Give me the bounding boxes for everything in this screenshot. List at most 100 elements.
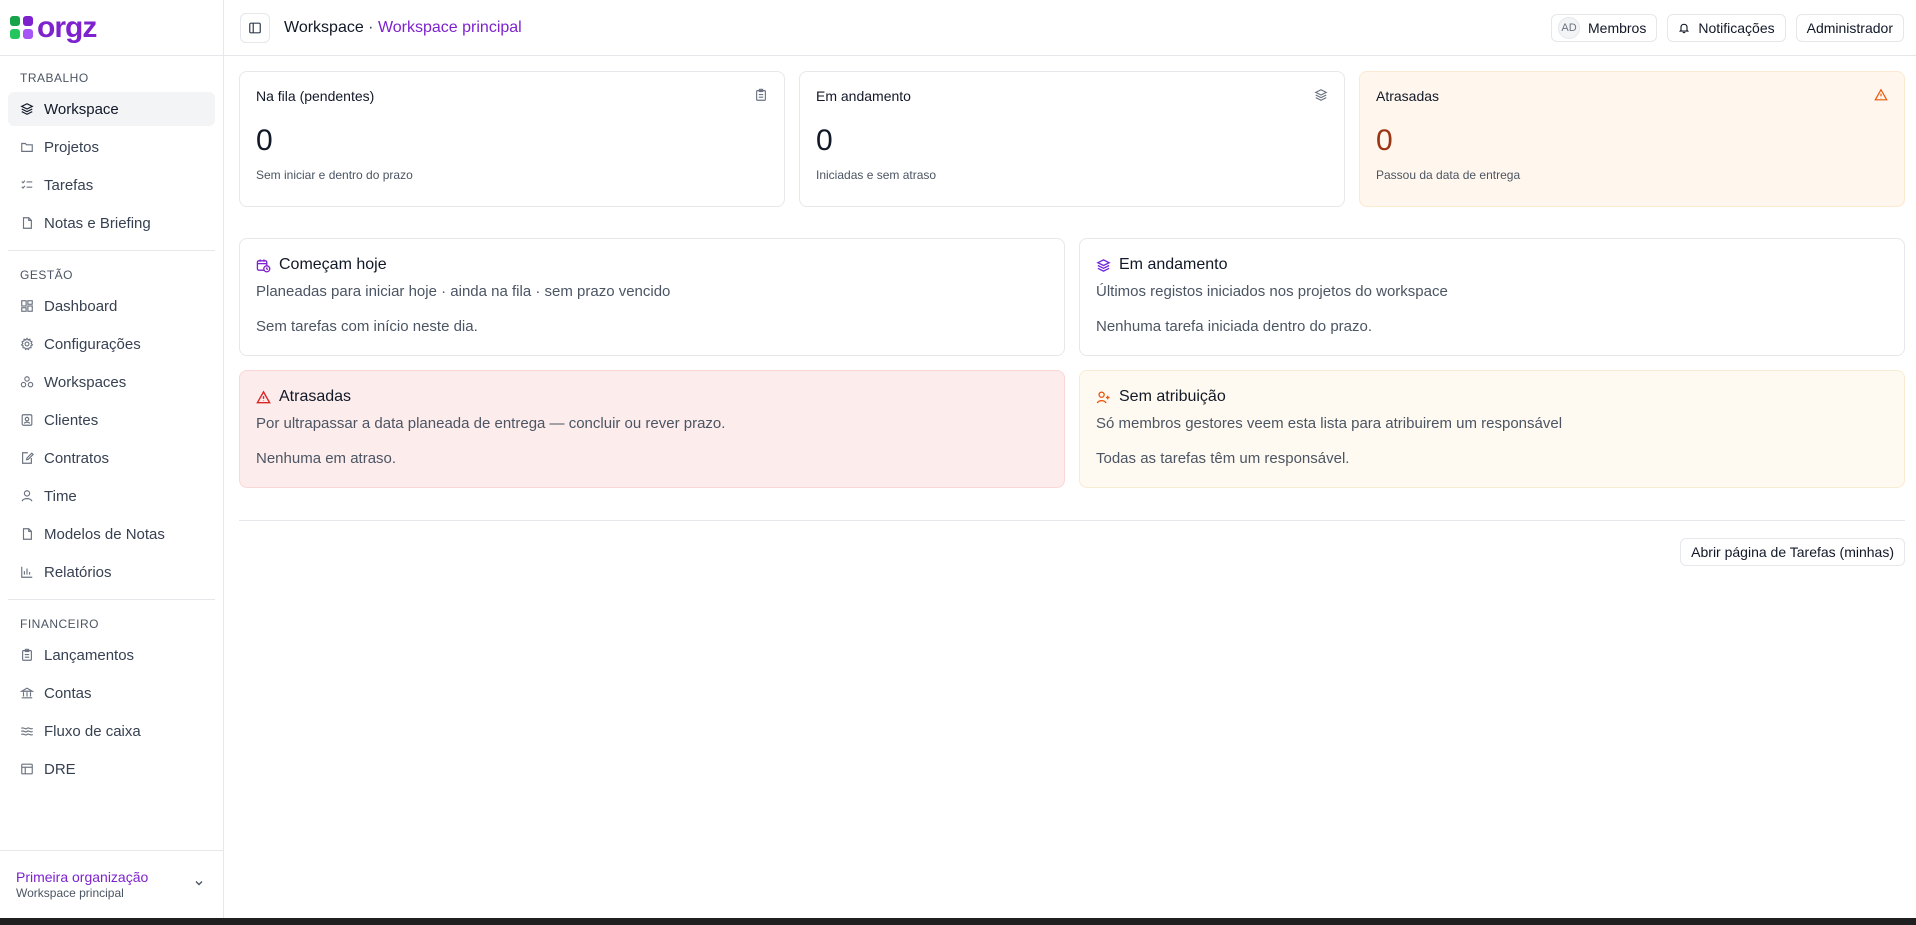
sidebar-item-label: Workspaces: [44, 373, 127, 391]
sidebar-item-tarefas[interactable]: Tarefas: [8, 168, 215, 202]
sidebar-item-label: Modelos de Notas: [44, 525, 165, 543]
panel-title: Sem atribuição: [1119, 388, 1226, 405]
stat-value: 0: [1376, 124, 1393, 157]
sidebar-item-label: Workspace: [44, 100, 119, 118]
sidebar-item-label: Contas: [44, 684, 92, 702]
notifications-button[interactable]: Notificações: [1667, 13, 1786, 42]
sidebar-item-relatorios[interactable]: Relatórios: [8, 555, 215, 589]
sidebar-item-label: Notas e Briefing: [44, 214, 151, 232]
app-root: orgz TRABALHO Workspace Projetos Tarefas…: [0, 0, 1916, 925]
sidebar-item-configuracoes[interactable]: Configurações: [8, 327, 215, 361]
stat-title: Em andamento: [816, 88, 911, 104]
waves-icon: [20, 724, 34, 738]
sidebar-item-modelos-notas[interactable]: Modelos de Notas: [8, 517, 215, 551]
warning-icon: [256, 389, 271, 405]
avatar: AD: [1558, 16, 1580, 39]
stat-subtitle: Iniciadas e sem atraso: [816, 168, 937, 182]
sidebar-item-label: Contratos: [44, 449, 110, 467]
sidebar-item-label: Relatórios: [44, 563, 112, 581]
grid-icon: [20, 299, 34, 313]
open-tasks-button[interactable]: Abrir página de Tarefas (minhas): [1680, 538, 1905, 566]
stat-card-atrasadas: Atrasadas 0 Passou da data de entrega: [1359, 71, 1905, 207]
breadcrumb: Workspace · Workspace principal: [284, 19, 522, 37]
sidebar-item-label: Dashboard: [44, 297, 118, 315]
sidebar-item-label: Fluxo de caixa: [44, 722, 141, 740]
layers-icon: [1314, 89, 1328, 101]
section-label-gestao: GESTÃO: [20, 268, 74, 282]
main-content: Na fila (pendentes) 0 Sem iniciar e dent…: [239, 71, 1905, 566]
workspaces-icon: [20, 375, 34, 389]
admin-button[interactable]: Administrador: [1795, 13, 1904, 42]
panel-empty-state: Nenhuma em atraso.: [256, 450, 397, 467]
org-switcher[interactable]: Primeira organização Workspace principal: [0, 850, 223, 918]
sidebar-item-workspaces[interactable]: Workspaces: [8, 365, 215, 399]
sidebar-item-projetos[interactable]: Projetos: [8, 130, 215, 164]
breadcrumb-root[interactable]: Workspace: [284, 19, 364, 36]
sidebar-divider: [8, 599, 215, 600]
sidebar-item-label: Projetos: [44, 138, 100, 156]
stat-subtitle: Sem iniciar e dentro do prazo: [256, 168, 413, 182]
sidebar-item-time[interactable]: Time: [8, 479, 215, 513]
sidebar-divider: [8, 250, 215, 251]
panel-description: Planeadas para iniciar hoje · ainda na f…: [256, 283, 671, 300]
user-icon: [20, 489, 34, 503]
bank-icon: [20, 686, 34, 700]
panel-description: Últimos registos iniciados nos projetos …: [1096, 283, 1448, 300]
panel-empty-state: Sem tarefas com início neste dia.: [256, 318, 478, 335]
taskbar-strip: [0, 918, 1916, 925]
logo-mark-icon: [10, 16, 33, 39]
table-icon: [20, 762, 34, 776]
layers-icon: [1096, 258, 1111, 273]
members-button[interactable]: AD Membros: [1551, 13, 1658, 42]
panel-title: Atrasadas: [279, 388, 352, 405]
breadcrumb-separator: ·: [363, 18, 378, 36]
section-label-financeiro: FINANCEIRO: [20, 617, 100, 631]
panel-description: Só membros gestores veem esta lista para…: [1096, 415, 1563, 432]
sidebar-item-notas-briefing[interactable]: Notas e Briefing: [8, 206, 215, 240]
panels-grid: Começam hoje Planeadas para iniciar hoje…: [239, 238, 1905, 488]
gear-icon: [20, 337, 34, 351]
sidebar-item-dre[interactable]: DRE: [8, 752, 215, 786]
layers-icon: [20, 102, 34, 116]
panel-comecam-hoje: Começam hoje Planeadas para iniciar hoje…: [239, 238, 1065, 356]
sidebar: orgz TRABALHO Workspace Projetos Tarefas…: [0, 0, 224, 918]
sidebar-item-label: Lançamentos: [44, 646, 135, 664]
list-check-icon: [20, 178, 34, 192]
org-workspace: Workspace principal: [16, 886, 124, 900]
content-divider: [239, 520, 1905, 521]
sidebar-item-contas[interactable]: Contas: [8, 676, 215, 710]
sidebar-item-clientes[interactable]: Clientes: [8, 403, 215, 437]
sidebar-item-contratos[interactable]: Contratos: [8, 441, 215, 475]
sidebar-item-label: Configurações: [44, 335, 141, 353]
panel-description: Por ultrapassar a data planeada de entre…: [256, 415, 726, 432]
clipboard-icon: [20, 648, 34, 662]
sidebar-item-fluxo-caixa[interactable]: Fluxo de caixa: [8, 714, 215, 748]
logo[interactable]: orgz: [0, 0, 223, 56]
panel-atrasadas: Atrasadas Por ultrapassar a data planead…: [239, 370, 1065, 488]
panel-empty-state: Nenhuma tarefa iniciada dentro do prazo.: [1096, 318, 1373, 335]
bar-chart-icon: [20, 565, 34, 579]
org-name: Primeira organização: [16, 869, 149, 885]
sidebar-item-label: Tarefas: [44, 176, 94, 194]
user-plus-icon: [1096, 390, 1111, 405]
warning-icon: [1874, 88, 1888, 101]
stat-title: Atrasadas: [1376, 88, 1440, 104]
calendar-clock-icon: [256, 258, 271, 273]
breadcrumb-current: Workspace principal: [377, 18, 522, 36]
members-label: Membros: [1588, 19, 1647, 36]
panel-title: Em andamento: [1119, 256, 1228, 273]
panel-title: Começam hoje: [279, 256, 387, 273]
panel-em-andamento: Em andamento Últimos registos iniciados …: [1079, 238, 1905, 356]
sidebar-toggle-button[interactable]: [240, 12, 270, 43]
stat-card-andamento: Em andamento 0 Iniciadas e sem atraso: [799, 71, 1345, 207]
stat-value: 0: [816, 124, 833, 157]
sidebar-item-lancamentos[interactable]: Lançamentos: [8, 638, 215, 672]
stats-row: Na fila (pendentes) 0 Sem iniciar e dent…: [239, 71, 1905, 207]
sidebar-item-workspace[interactable]: Workspace: [8, 92, 215, 126]
file-icon: [20, 527, 34, 541]
file-icon: [20, 216, 34, 230]
sidebar-item-dashboard[interactable]: Dashboard: [8, 289, 215, 323]
stat-subtitle: Passou da data de entrega: [1376, 168, 1521, 182]
chevron-down-icon: [195, 881, 203, 886]
sidebar-item-label: Clientes: [44, 411, 99, 429]
